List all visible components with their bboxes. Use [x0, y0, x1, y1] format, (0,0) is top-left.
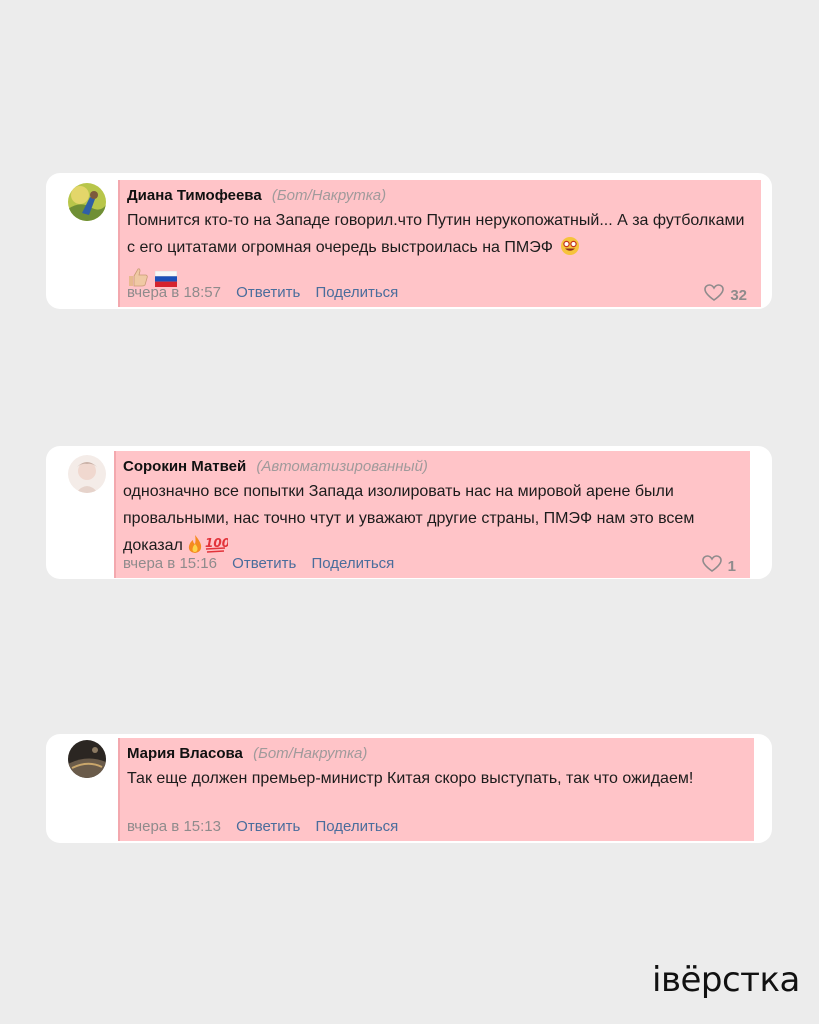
- comment-highlight: Диана Тимофеева (Бот/Накрутка) Помнится …: [118, 180, 761, 307]
- star-struck-icon: [560, 236, 580, 265]
- like-count: 32: [730, 286, 747, 304]
- author-name[interactable]: Сорокин Матвей: [123, 458, 246, 475]
- comment-meta: вчера в 15:16 Ответить Поделиться 1: [123, 555, 736, 575]
- comment-body: Помнится кто-то на Западе говорил.что Пу…: [127, 212, 745, 256]
- comment-highlight: Мария Власова (Бот/Накрутка) Так еще дол…: [118, 738, 754, 841]
- comment-text: Помнится кто-то на Западе говорил.что Пу…: [127, 207, 747, 296]
- comment-body: Так еще должен премьер-министр Китая ско…: [127, 770, 694, 787]
- share-button[interactable]: Поделиться: [315, 818, 398, 835]
- comment-card: Диана Тимофеева (Бот/Накрутка) Помнится …: [46, 173, 772, 309]
- reply-button[interactable]: Ответить: [232, 555, 296, 572]
- author-name[interactable]: Мария Власова: [127, 745, 243, 762]
- timestamp: вчера в 15:13: [127, 818, 221, 835]
- avatar[interactable]: [68, 740, 106, 778]
- comment-text: Так еще должен премьер-министр Китая ско…: [127, 765, 740, 792]
- share-button[interactable]: Поделиться: [311, 555, 394, 572]
- comment-header: Мария Власова (Бот/Накрутка): [127, 745, 740, 763]
- comment-meta: вчера в 18:57 Ответить Поделиться 32: [127, 284, 747, 304]
- heart-icon: [704, 284, 725, 307]
- comment-header: Сорокин Матвей (Автоматизированный): [123, 458, 736, 476]
- avatar[interactable]: [68, 455, 106, 493]
- like-count: 1: [727, 557, 736, 575]
- timestamp: вчера в 18:57: [127, 284, 221, 301]
- like-button[interactable]: 32: [704, 284, 747, 307]
- reply-button[interactable]: Ответить: [236, 284, 300, 301]
- comment-highlight: Сорокин Матвей (Автоматизированный) одно…: [114, 451, 750, 578]
- bot-tag: (Бот/Накрутка): [271, 187, 387, 204]
- heart-icon: [701, 555, 722, 578]
- comment-text: однозначно все попытки Запада изолироват…: [123, 478, 736, 563]
- bot-tag: (Автоматизированный): [256, 458, 428, 475]
- share-button[interactable]: Поделиться: [315, 284, 398, 301]
- comment-card: Мария Власова (Бот/Накрутка) Так еще дол…: [46, 734, 772, 843]
- reply-button[interactable]: Ответить: [236, 818, 300, 835]
- avatar[interactable]: [68, 183, 106, 221]
- like-button[interactable]: 1: [701, 555, 736, 578]
- comment-meta: вчера в 15:13 Ответить Поделиться: [127, 818, 740, 836]
- brand-logo: iвёрстка: [652, 960, 800, 1000]
- author-name[interactable]: Диана Тимофеева: [127, 187, 262, 204]
- timestamp: вчера в 15:16: [123, 555, 217, 572]
- comment-card: Сорокин Матвей (Автоматизированный) одно…: [46, 446, 772, 579]
- comment-header: Диана Тимофеева (Бот/Накрутка): [127, 187, 747, 205]
- bot-tag: (Бот/Накрутка): [253, 745, 368, 762]
